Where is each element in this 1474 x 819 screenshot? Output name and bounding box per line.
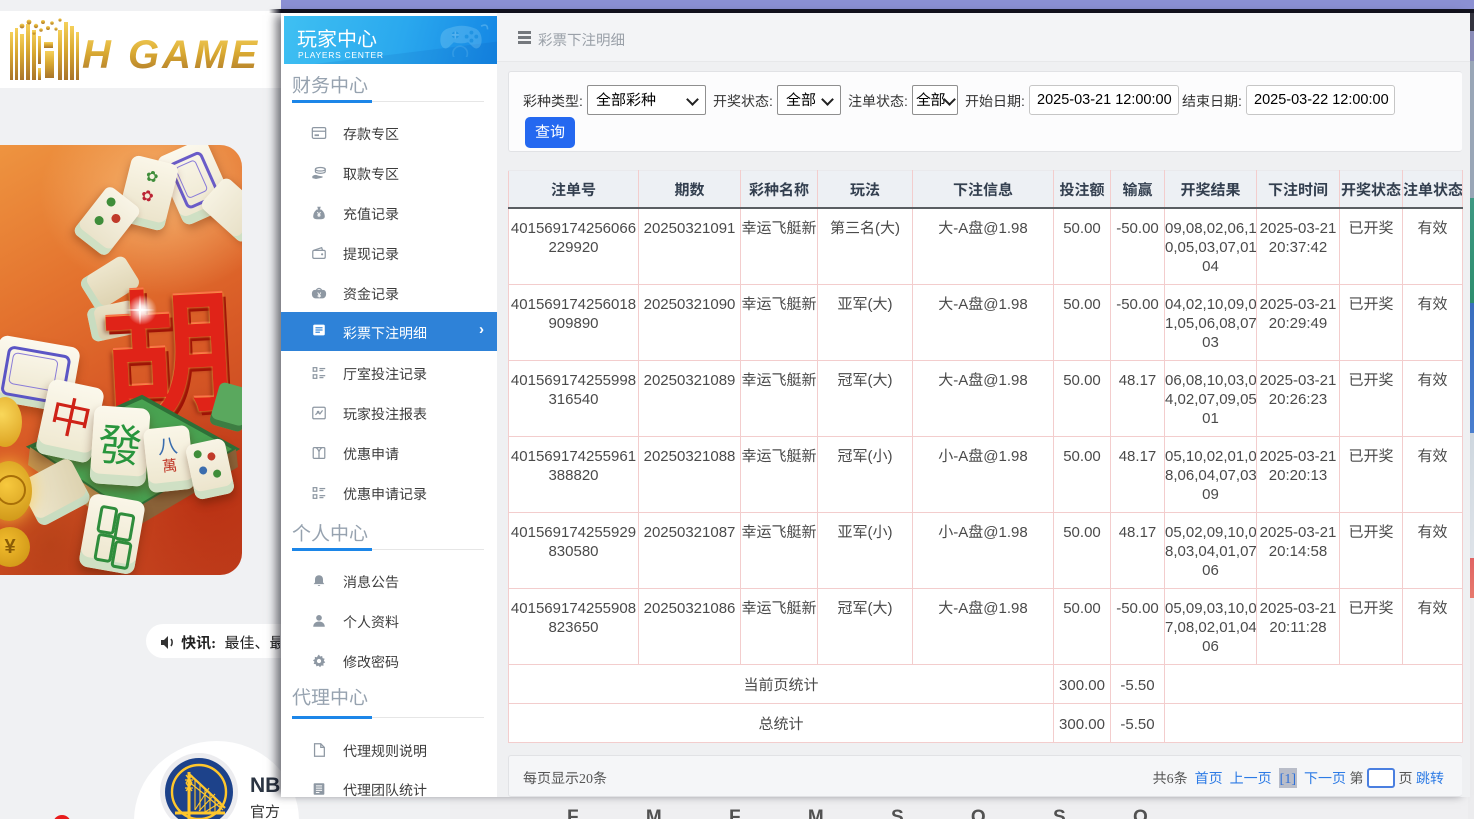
svg-text:H GAME: H GAME [82,33,260,77]
svg-text:¥: ¥ [317,211,321,219]
svg-text:¥: ¥ [317,291,321,299]
